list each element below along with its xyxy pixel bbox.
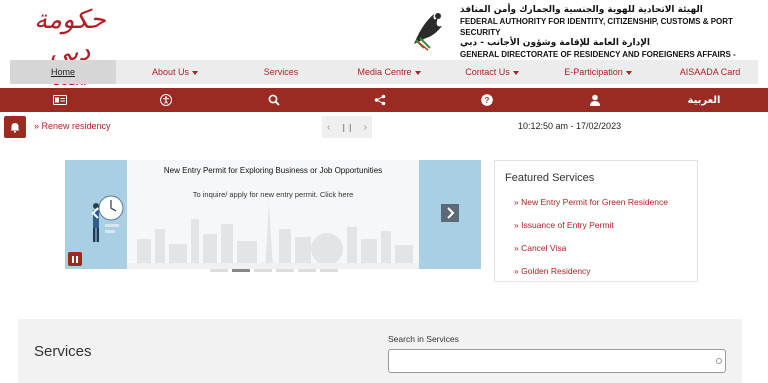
language-label: العربية: [687, 94, 721, 106]
id-card-icon[interactable]: [48, 88, 72, 112]
hero-carousel[interactable]: New Entry Permit for Exploring Business …: [65, 160, 481, 269]
dubai-logo-arabic-mark: حكومة دبي: [34, 5, 107, 67]
carousel-dot[interactable]: [298, 269, 316, 272]
chevron-down-icon: [414, 70, 421, 75]
dubai-skyline-illustration: [127, 203, 419, 269]
nav-media-centre[interactable]: Media Centre: [328, 60, 450, 84]
banner-subtitle[interactable]: To inquire/ apply for new entry permit. …: [127, 190, 419, 199]
search-input[interactable]: [388, 349, 726, 373]
nav-home[interactable]: Home: [10, 60, 116, 84]
ticker-link[interactable]: » Renew residency: [34, 121, 111, 131]
accessibility-icon[interactable]: [154, 88, 178, 112]
ica-arabic-line-1: الهيئة الاتحادية للهوية والجنسية والجمار…: [460, 5, 703, 15]
nav-home-label: Home: [50, 67, 75, 77]
share-icon[interactable]: [368, 88, 392, 112]
chevron-down-icon: [512, 70, 519, 75]
chevron-down-icon: [625, 70, 632, 75]
news-ticker: » Renew residency ‹ ❙❙ › 10:12:50 am - 1…: [0, 116, 768, 138]
nav-contact-us[interactable]: Contact Us: [450, 60, 534, 84]
nav-contact-us-label: Contact Us: [465, 67, 510, 77]
carousel-dot[interactable]: [210, 269, 228, 272]
ica-english-line-1: FEDERAL AUTHORITY FOR IDENTITY, CITIZENS…: [460, 17, 733, 37]
falcon-emblem-icon[interactable]: [404, 4, 454, 52]
nav-media-centre-label: Media Centre: [357, 67, 412, 77]
carousel-indicators: [210, 269, 338, 272]
language-toggle[interactable]: العربية: [680, 88, 728, 112]
carousel-dot[interactable]: [254, 269, 272, 272]
carousel-next-button[interactable]: [441, 204, 459, 222]
search-icon[interactable]: [716, 358, 722, 364]
nav-about-us[interactable]: About Us: [116, 60, 234, 84]
ticker-pause-button[interactable]: ❙❙: [340, 123, 353, 132]
bell-icon[interactable]: [4, 116, 26, 138]
featured-services-panel: Featured Services » New Entry Permit for…: [494, 160, 698, 282]
nav-e-participation[interactable]: E-Participation: [534, 60, 662, 84]
user-icon[interactable]: [583, 88, 607, 112]
nav-aisaada-card[interactable]: AISAADA Card: [662, 60, 758, 84]
ica-arabic-line-2: الإدارة العامة للإقامة وشؤون الأجانب - د…: [460, 38, 651, 48]
featured-item-cancel-visa[interactable]: » Cancel Visa: [514, 243, 566, 253]
services-title: Services: [34, 343, 92, 360]
nav-services-label: Services: [263, 67, 299, 77]
site-header: حكومة دبي GOVERNMENT OF DUBAI الهيئة الا…: [0, 0, 768, 88]
services-section: Services Search in Services: [18, 319, 742, 383]
search-icon[interactable]: [262, 88, 286, 112]
nav-about-us-label: About Us: [151, 67, 190, 77]
featured-item-entry-permit[interactable]: » Issuance of Entry Permit: [514, 220, 614, 230]
ticker-prev-button[interactable]: ‹: [327, 122, 330, 133]
carousel-dot[interactable]: [276, 269, 294, 272]
utility-toolbar: ? العربية: [0, 88, 768, 112]
carousel-dot[interactable]: [320, 269, 338, 272]
nav-aisaada-card-label: AISAADA Card: [679, 67, 741, 77]
carousel-prev-button[interactable]: [87, 204, 105, 222]
banner-title[interactable]: New Entry Permit for Exploring Business …: [127, 166, 419, 175]
svg-text:?: ?: [485, 96, 490, 105]
nav-e-participation-label: E-Participation: [564, 67, 623, 77]
main-navigation: Home About Us Services Media Centre Cont…: [10, 60, 758, 84]
search-label: Search in Services: [388, 334, 459, 344]
help-icon[interactable]: ?: [475, 88, 499, 112]
ticker-controls: ‹ ❙❙ ›: [322, 116, 372, 138]
featured-services-title: Featured Services: [505, 172, 595, 184]
chevron-down-icon: [192, 70, 199, 75]
nav-services[interactable]: Services: [234, 60, 328, 84]
date-time-display: 10:12:50 am - 17/02/2023: [518, 121, 622, 131]
featured-item-golden-residency[interactable]: » Golden Residency: [514, 266, 591, 276]
carousel-pause-button[interactable]: [68, 252, 82, 266]
carousel-dot-active[interactable]: [232, 269, 250, 272]
ticker-next-button[interactable]: ›: [364, 122, 367, 133]
featured-item-green-residence[interactable]: » New Entry Permit for Green Residence: [514, 197, 668, 207]
